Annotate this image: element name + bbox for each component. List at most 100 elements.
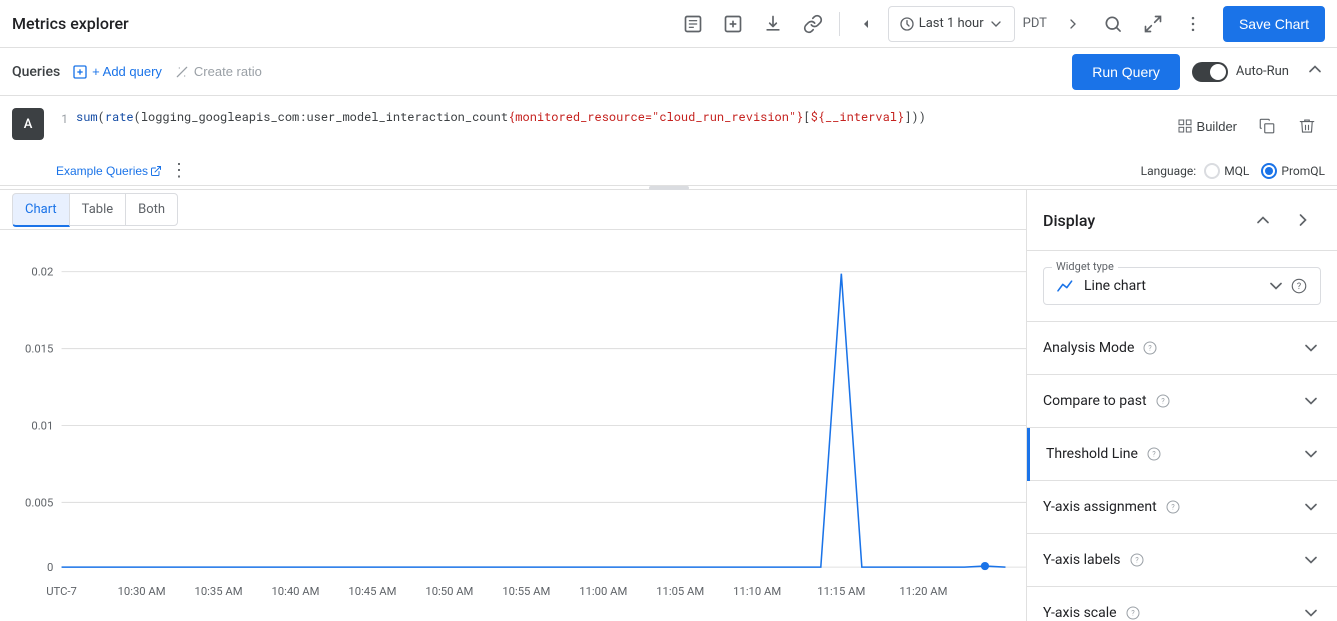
x-label-1100: 11:00 AM bbox=[579, 585, 627, 598]
threshold-line-label: Threshold Line bbox=[1046, 446, 1138, 462]
more-options-icon[interactable]: ⋮ bbox=[170, 160, 188, 181]
queries-bar: Queries + Add query Create ratio Run Que… bbox=[0, 48, 1337, 96]
widget-type-section: Widget type Line chart ? bbox=[1027, 251, 1337, 322]
svg-text:?: ? bbox=[1149, 344, 1153, 353]
compare-help-icon[interactable]: ? bbox=[1155, 393, 1171, 409]
copy-btn[interactable] bbox=[1249, 108, 1285, 144]
more-vert-icon bbox=[1183, 14, 1203, 34]
auto-run-label: Auto-Run bbox=[1236, 64, 1289, 79]
x-label-utc7: UTC-7 bbox=[46, 585, 77, 598]
svg-text:?: ? bbox=[1161, 397, 1165, 406]
language-label: Language: bbox=[1141, 164, 1197, 178]
delete-btn[interactable] bbox=[1289, 108, 1325, 144]
clock-icon bbox=[899, 16, 915, 32]
display-collapse-btn[interactable] bbox=[1245, 202, 1281, 238]
y-axis-scale-left: Y-axis scale ? bbox=[1043, 605, 1141, 621]
expand-icon-btn[interactable] bbox=[1135, 6, 1171, 42]
svg-text:?: ? bbox=[1297, 282, 1301, 292]
analysis-mode-help-icon[interactable]: ? bbox=[1142, 340, 1158, 356]
widget-type-value: Line chart bbox=[1084, 278, 1146, 294]
nav-prev-btn[interactable] bbox=[848, 6, 884, 42]
y-axis-scale-label: Y-axis scale bbox=[1043, 605, 1117, 621]
analysis-mode-section-wrapper: Analysis Mode ? bbox=[1027, 322, 1337, 375]
widget-dropdown-icon bbox=[1266, 276, 1286, 296]
promql-label: PromQL bbox=[1281, 164, 1325, 178]
time-dropdown-icon bbox=[988, 16, 1004, 32]
chevron-right-icon bbox=[1065, 16, 1081, 32]
auto-run-toggle: Auto-Run bbox=[1192, 62, 1289, 82]
add-query-button[interactable]: + Add query bbox=[72, 64, 162, 80]
more-vert-icon-btn[interactable] bbox=[1175, 6, 1211, 42]
nav-next-btn[interactable] bbox=[1055, 6, 1091, 42]
tab-table[interactable]: Table bbox=[69, 193, 126, 226]
y-label-0: 0 bbox=[47, 561, 53, 574]
builder-btn[interactable]: Builder bbox=[1169, 110, 1245, 142]
x-label-1115: 11:15 AM bbox=[817, 585, 865, 598]
link-icon-btn[interactable] bbox=[795, 6, 831, 42]
save-chart-button[interactable]: Save Chart bbox=[1223, 6, 1325, 42]
y-axis-labels-help-icon[interactable]: ? bbox=[1129, 552, 1145, 568]
y-axis-assignment-chevron bbox=[1301, 497, 1321, 517]
auto-run-switch[interactable] bbox=[1192, 62, 1228, 82]
y-axis-labels-section[interactable]: Y-axis labels ? bbox=[1027, 534, 1337, 587]
mql-radio[interactable]: MQL bbox=[1204, 163, 1249, 179]
y-axis-scale-help-icon[interactable]: ? bbox=[1125, 605, 1141, 621]
timezone-label: PDT bbox=[1023, 16, 1047, 31]
add-icon-btn[interactable] bbox=[715, 6, 751, 42]
compare-section-left: Compare to past ? bbox=[1043, 393, 1171, 409]
query-text: sum(rate(logging_googleapis_com:user_mod… bbox=[76, 108, 1169, 126]
time-picker[interactable]: Last 1 hour bbox=[888, 6, 1015, 42]
chart-tabs: Chart Table Both bbox=[0, 190, 1026, 230]
widget-help-icon[interactable]: ? bbox=[1290, 277, 1308, 295]
threshold-section-wrapper: Threshold Line ? bbox=[1027, 428, 1337, 481]
download-icon bbox=[763, 14, 783, 34]
expand-icon bbox=[1143, 14, 1163, 34]
display-collapse-icon bbox=[1253, 210, 1273, 230]
header-left: Metrics explorer bbox=[12, 14, 129, 33]
compare-to-past-section[interactable]: Compare to past ? bbox=[1027, 375, 1337, 428]
x-label-1045: 10:45 AM bbox=[348, 585, 396, 598]
search-icon bbox=[1103, 14, 1123, 34]
notes-icon-btn[interactable] bbox=[675, 6, 711, 42]
query-number: 1 bbox=[52, 112, 68, 126]
example-queries-link[interactable]: Example Queries bbox=[56, 164, 162, 178]
queries-right: Run Query Auto-Run bbox=[1072, 54, 1325, 90]
promql-radio[interactable]: PromQL bbox=[1261, 163, 1325, 179]
query-row: A 1 sum(rate(logging_googleapis_com:user… bbox=[0, 96, 1337, 156]
radio-group: MQL PromQL bbox=[1204, 163, 1325, 179]
download-icon-btn[interactable] bbox=[755, 6, 791, 42]
add-chart-icon bbox=[723, 14, 743, 34]
analysis-mode-section[interactable]: Analysis Mode ? bbox=[1027, 322, 1337, 375]
tab-both[interactable]: Both bbox=[125, 193, 178, 226]
y-label-0.01: 0.01 bbox=[31, 420, 53, 433]
y-label-0.005: 0.005 bbox=[25, 497, 53, 510]
query-footer: Example Queries ⋮ Language: MQL PromQL bbox=[0, 156, 1337, 185]
threshold-chevron bbox=[1301, 444, 1321, 464]
chart-content: 0.02 0.015 0.01 0.005 0 UTC-7 10:30 AM 1… bbox=[0, 230, 1026, 621]
chart-area: Chart Table Both 0.02 0.015 0.01 0.005 0 bbox=[0, 190, 1027, 621]
section-left: Analysis Mode ? bbox=[1043, 340, 1158, 356]
create-ratio-button[interactable]: Create ratio bbox=[174, 64, 262, 80]
search-icon-btn[interactable] bbox=[1095, 6, 1131, 42]
language-selector: Language: MQL PromQL bbox=[1141, 163, 1325, 179]
threshold-help-icon[interactable]: ? bbox=[1146, 446, 1162, 462]
query-text-container[interactable]: sum(rate(logging_googleapis_com:user_mod… bbox=[76, 104, 1169, 130]
y-axis-assignment-help-icon[interactable]: ? bbox=[1165, 499, 1181, 515]
threshold-line-section[interactable]: Threshold Line ? bbox=[1027, 428, 1337, 481]
run-query-button[interactable]: Run Query bbox=[1072, 54, 1180, 90]
threshold-accent bbox=[1027, 428, 1030, 481]
header-icons: Last 1 hour PDT Save Chart bbox=[675, 6, 1325, 42]
tab-chart[interactable]: Chart bbox=[12, 193, 70, 227]
y-axis-assignment-section[interactable]: Y-axis assignment ? bbox=[1027, 481, 1337, 534]
x-label-1105: 11:05 AM bbox=[656, 585, 704, 598]
display-expand-btn[interactable] bbox=[1285, 202, 1321, 238]
collapse-icon[interactable] bbox=[1305, 59, 1325, 84]
link-icon bbox=[803, 14, 823, 34]
y-axis-scale-section[interactable]: Y-axis scale ? bbox=[1027, 587, 1337, 621]
analysis-mode-chevron bbox=[1301, 338, 1321, 358]
widget-type-select[interactable]: Widget type Line chart ? bbox=[1043, 267, 1321, 305]
widget-type-label: Widget type bbox=[1052, 260, 1118, 273]
line-chart-icon bbox=[1056, 278, 1076, 294]
query-actions: Builder bbox=[1169, 104, 1337, 148]
toggle-knob bbox=[1210, 64, 1226, 80]
